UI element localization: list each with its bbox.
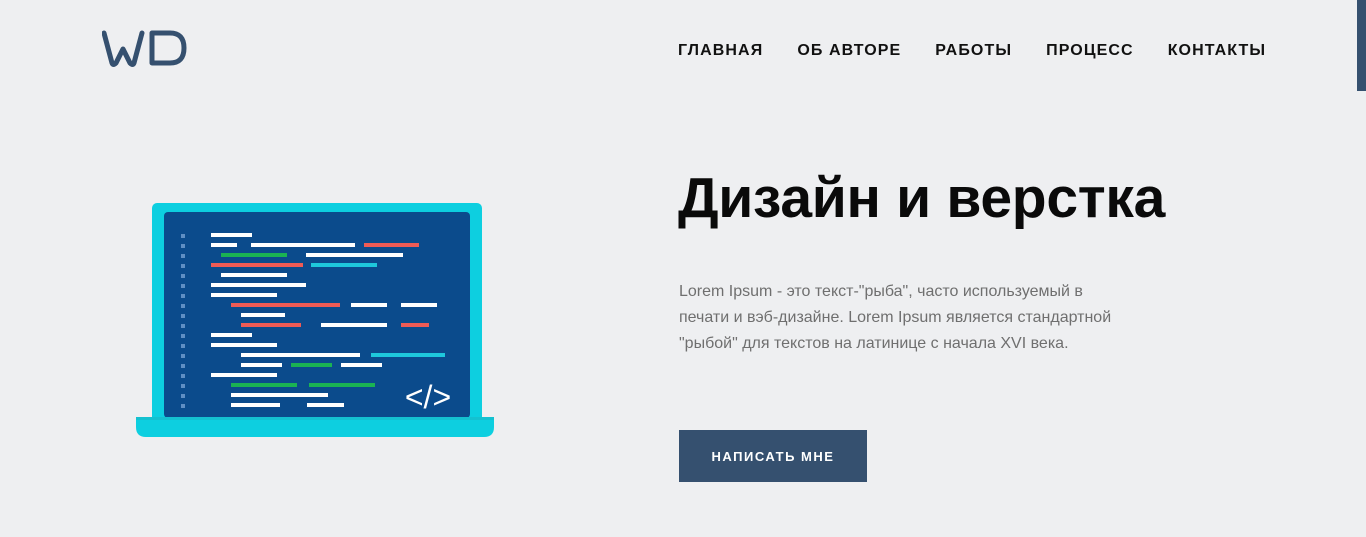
- main-nav: ГЛАВНАЯ ОБ АВТОРЕ РАБОТЫ ПРОЦЕСС КОНТАКТ…: [678, 41, 1266, 61]
- nav-item-contacts[interactable]: КОНТАКТЫ: [1168, 41, 1267, 61]
- site-header: ГЛАВНАЯ ОБ АВТОРЕ РАБОТЫ ПРОЦЕСС КОНТАКТ…: [0, 0, 1366, 100]
- logo-wd-icon: [101, 30, 187, 67]
- code-tag-label: </>: [405, 379, 451, 415]
- nav-item-works[interactable]: РАБОТЫ: [935, 41, 1012, 61]
- laptop-code-icon: </>: [134, 203, 496, 439]
- write-me-button[interactable]: НАПИСАТЬ МНЕ: [679, 430, 867, 482]
- nav-item-about[interactable]: ОБ АВТОРЕ: [797, 41, 901, 61]
- nav-item-home[interactable]: ГЛАВНАЯ: [678, 41, 763, 61]
- nav-item-process[interactable]: ПРОЦЕСС: [1046, 41, 1134, 61]
- hero-title: Дизайн и верстка: [678, 166, 1165, 230]
- hero-description: Lorem Ipsum - это текст-"рыба", часто ис…: [679, 283, 1112, 352]
- logo[interactable]: [101, 29, 190, 69]
